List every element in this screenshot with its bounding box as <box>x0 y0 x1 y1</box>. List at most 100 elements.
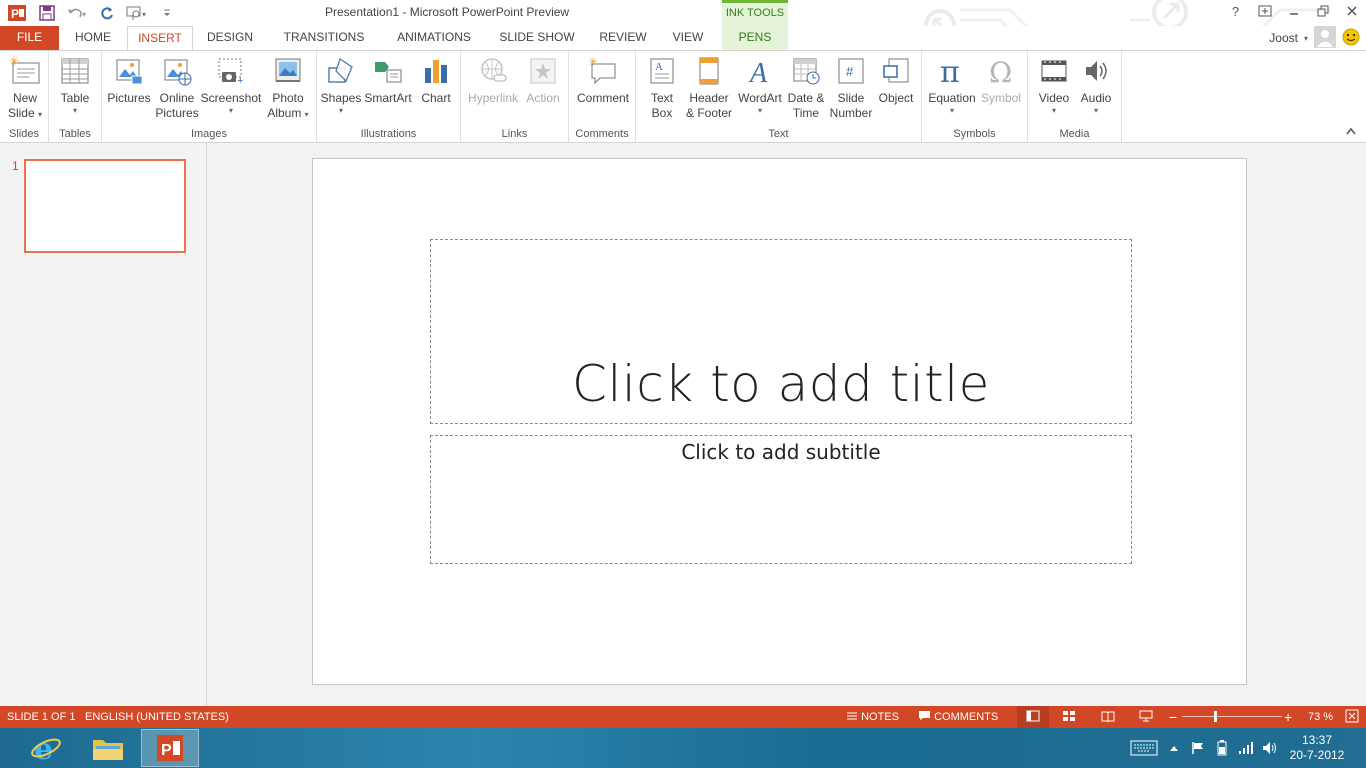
volume-icon[interactable] <box>1258 728 1282 768</box>
powerpoint-taskbar-button[interactable]: P <box>141 729 199 767</box>
comments-status-button[interactable]: COMMENTS <box>918 706 998 728</box>
tab-animations[interactable]: ANIMATIONS <box>388 26 480 50</box>
smartart-label: SmartArt <box>364 91 412 105</box>
zoom-level[interactable]: 73 % <box>1308 706 1333 728</box>
video-label: Video <box>1038 91 1070 105</box>
svg-text:+: + <box>237 75 243 86</box>
chevron-down-icon: ▾ <box>757 106 762 115</box>
chart-button[interactable]: Chart <box>417 55 455 106</box>
new-slide-button[interactable]: ✳ New Slide ▾ <box>6 55 44 121</box>
tab-file[interactable]: FILE <box>0 26 59 50</box>
title-placeholder[interactable]: Click to add title <box>430 239 1132 424</box>
close-icon[interactable] <box>1337 0 1366 22</box>
file-explorer-taskbar-button[interactable] <box>79 729 137 767</box>
network-signal-icon[interactable] <box>1234 728 1258 768</box>
subtitle-placeholder[interactable]: Click to add subtitle <box>430 435 1132 564</box>
video-button[interactable]: Video ▾ <box>1034 55 1074 115</box>
hyperlink-button[interactable]: Hyperlink <box>465 55 521 106</box>
svg-text:A: A <box>655 61 663 73</box>
restore-icon[interactable] <box>1308 0 1337 22</box>
slide-count-status[interactable]: SLIDE 1 OF 1 <box>7 706 75 728</box>
photo-album-button[interactable]: Photo Album ▾ <box>264 55 312 121</box>
slide-number-icon: # <box>835 55 867 87</box>
customize-qat-icon[interactable] <box>156 3 178 23</box>
thumbnail-slide-number: 1 <box>12 159 19 173</box>
svg-text:Ω: Ω <box>989 56 1012 86</box>
touch-keyboard-icon[interactable] <box>1126 728 1162 768</box>
minimize-icon[interactable] <box>1279 0 1308 22</box>
pictures-button[interactable]: Pictures <box>106 55 152 106</box>
collapse-ribbon-icon[interactable] <box>1346 127 1356 138</box>
tab-pens[interactable]: PENS <box>722 26 788 50</box>
reading-view-button[interactable] <box>1101 706 1115 728</box>
equation-button[interactable]: π Equation ▾ <box>926 55 978 115</box>
slide-thumbnail[interactable] <box>24 159 186 253</box>
smiley-feedback-icon[interactable] <box>1342 28 1360 49</box>
slide-show-button[interactable] <box>1139 706 1153 728</box>
wordart-label: WordArt <box>738 91 782 105</box>
undo-icon[interactable]: ▾ <box>66 3 88 23</box>
internet-explorer-taskbar-button[interactable]: e <box>17 729 75 767</box>
fit-to-window-button[interactable] <box>1345 706 1359 728</box>
tab-insert[interactable]: INSERT <box>127 26 193 51</box>
tab-view[interactable]: VIEW <box>668 26 708 50</box>
group-label-images: Images <box>190 128 228 140</box>
powerpoint-app-icon[interactable]: P <box>6 3 28 23</box>
save-icon[interactable] <box>36 3 58 23</box>
audio-button[interactable]: Audio ▾ <box>1076 55 1116 115</box>
slide-number-button[interactable]: # Slide Number <box>828 55 874 121</box>
smartart-icon <box>372 55 404 87</box>
tab-review[interactable]: REVIEW <box>594 26 652 50</box>
redo-icon[interactable] <box>96 3 118 23</box>
action-center-flag-icon[interactable] <box>1186 728 1210 768</box>
show-desktop-button[interactable] <box>1352 728 1366 768</box>
system-clock[interactable]: 13:37 20-7-2012 <box>1282 733 1352 763</box>
tab-design[interactable]: DESIGN <box>200 26 260 50</box>
date-time-button[interactable]: Date & Time <box>784 55 828 121</box>
chevron-down-icon: ▾ <box>1051 106 1056 115</box>
svg-text:▾: ▾ <box>142 10 146 19</box>
user-account[interactable]: Joost ▾ <box>1269 25 1366 50</box>
notes-button[interactable]: NOTES <box>846 706 899 728</box>
screenshot-button[interactable]: + Screenshot ▾ <box>201 55 261 115</box>
photo-album-label-1: Photo <box>272 91 304 105</box>
svg-text:A: A <box>748 58 768 86</box>
tab-transitions[interactable]: TRANSITIONS <box>276 26 372 50</box>
action-button[interactable]: Action <box>523 55 563 106</box>
table-button[interactable]: Table ▾ <box>55 55 95 115</box>
battery-icon[interactable] <box>1210 728 1234 768</box>
windows-taskbar: e P 13:37 20-7-2012 <box>0 728 1366 768</box>
ribbon-display-options-icon[interactable] <box>1250 0 1279 22</box>
smartart-button[interactable]: SmartArt <box>363 55 413 106</box>
comment-button[interactable]: ✳ Comment <box>573 55 633 106</box>
folder-icon <box>93 740 123 760</box>
show-hidden-icons-icon[interactable] <box>1162 728 1186 768</box>
shapes-button[interactable]: Shapes ▾ <box>321 55 361 115</box>
zoom-slider-thumb[interactable] <box>1214 711 1217 722</box>
symbol-button[interactable]: Ω Symbol <box>978 55 1024 106</box>
slide-sorter-button[interactable] <box>1062 706 1076 728</box>
group-label-slides: Slides <box>9 128 39 140</box>
group-label-links: Links <box>501 128 528 140</box>
zoom-slider[interactable] <box>1182 716 1282 717</box>
group-comments: ✳ Comment Comments <box>569 51 636 142</box>
start-from-beginning-icon[interactable]: ▾ <box>126 3 148 23</box>
slide-canvas[interactable]: Click to add title Click to add subtitle <box>312 158 1247 685</box>
help-icon[interactable]: ? <box>1221 0 1250 22</box>
zoom-out-icon[interactable]: − <box>1169 706 1177 728</box>
text-box-button[interactable]: A Text Box <box>642 55 682 121</box>
online-pictures-button[interactable]: Online Pictures <box>155 55 199 121</box>
chevron-down-icon: ▾ <box>338 106 343 115</box>
new-slide-label-2: Slide ▾ <box>8 106 42 121</box>
normal-view-button[interactable] <box>1017 706 1049 728</box>
tab-home[interactable]: HOME <box>66 26 120 50</box>
object-button[interactable]: Object <box>874 55 918 106</box>
zoom-in-icon[interactable]: + <box>1284 706 1292 728</box>
tab-slide-show[interactable]: SLIDE SHOW <box>496 26 578 50</box>
svg-text:▾: ▾ <box>82 10 86 19</box>
date-time-icon <box>790 55 822 87</box>
internet-explorer-icon: e <box>31 732 61 764</box>
header-footer-button[interactable]: Header & Footer <box>684 55 734 121</box>
wordart-button[interactable]: A WordArt ▾ <box>736 55 784 115</box>
language-status[interactable]: ENGLISH (UNITED STATES) <box>85 706 229 728</box>
